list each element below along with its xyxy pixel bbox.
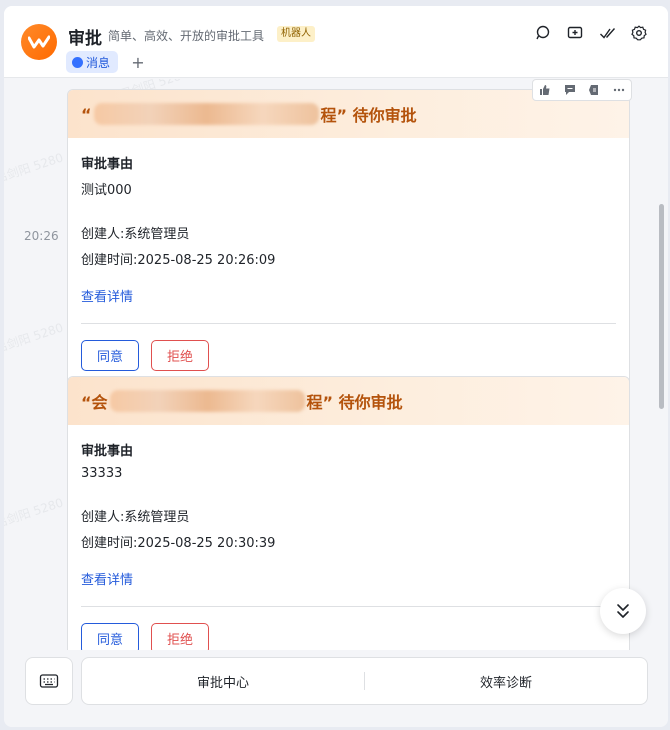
search-chat-icon[interactable] (534, 24, 552, 42)
scroll-to-bottom-button[interactable] (600, 588, 646, 634)
card-title-prefix: “会 (81, 393, 108, 412)
reason-label: 审批事由 (81, 157, 134, 172)
creator-text: 创建人:系统管理员 (81, 227, 190, 242)
tab-messages[interactable]: 消息 (66, 51, 119, 73)
add-to-group-icon[interactable] (566, 24, 584, 42)
watermark: 吕剑阳 5280 (4, 150, 65, 186)
creator-text: 创建人:系统管理员 (81, 510, 190, 525)
approval-card-body: 审批事由 测试000 创建人:系统管理员 创建时间:2025-08-25 20:… (68, 138, 629, 385)
approval-center-button[interactable]: 审批中心 (82, 672, 364, 691)
settings-gear-icon[interactable] (630, 24, 648, 42)
header-actions (534, 24, 648, 42)
created-time-text: 创建时间:2025-08-25 20:30:39 (81, 536, 276, 551)
add-tab-button[interactable]: + (130, 51, 146, 73)
forward-icon[interactable] (587, 83, 601, 97)
efficiency-diagnosis-button[interactable]: 效率诊断 (365, 672, 647, 691)
bottom-bar: 审批中心 效率诊断 (4, 650, 668, 727)
redacted-name (109, 390, 305, 412)
message-list[interactable]: 吕剑阳 5280 吕剑阳 5280 吕剑阳 5280 吕剑阳 5280 吕剑阳 … (4, 79, 668, 727)
approval-card-body: 审批事由 33333 创建人:系统管理员 创建时间:2025-08-25 20:… (68, 425, 629, 668)
reason-label: 审批事由 (81, 444, 134, 459)
quick-action-bar: 审批中心 效率诊断 (81, 657, 648, 705)
view-details-link[interactable]: 查看详情 (81, 286, 616, 305)
thumbs-up-icon[interactable] (538, 83, 552, 97)
reject-button[interactable]: 拒绝 (151, 340, 209, 371)
approval-card: “ 程” 待你审批 审批事由 测试000 创建人:系统管理员 创建时间:2025… (67, 89, 630, 386)
message-bubble-icon (72, 56, 83, 68)
keyboard-toggle-button[interactable] (25, 657, 73, 705)
tab-messages-label: 消息 (86, 55, 111, 70)
chat-title: 审批 (68, 29, 102, 49)
scrollbar-thumb[interactable] (659, 204, 664, 409)
agree-button[interactable]: 同意 (81, 340, 139, 371)
done-check-icon[interactable] (598, 24, 616, 42)
chat-header: 审批 简单、高效、开放的审批工具 机器人 消息 + (4, 6, 668, 78)
approval-logo-icon (21, 24, 57, 60)
reason-value: 测试000 (81, 183, 132, 198)
message-hover-toolbar (532, 79, 632, 101)
reason-value: 33333 (81, 466, 123, 481)
redacted-name (93, 103, 319, 125)
card-title-suffix: 程” 待你审批 (306, 393, 403, 412)
bot-badge: 机器人 (277, 26, 315, 42)
approval-card-title: “会 程” 待你审批 (68, 377, 629, 425)
message-timestamp: 20:26 (24, 229, 59, 243)
reply-comment-icon[interactable] (563, 83, 577, 97)
watermark: 吕剑阳 5280 (4, 495, 65, 531)
approval-card: “会 程” 待你审批 审批事由 33333 创建人:系统管理员 创建时间:202… (67, 376, 630, 669)
watermark: 吕剑阳 5280 (4, 320, 65, 356)
view-details-link[interactable]: 查看详情 (81, 569, 616, 588)
double-chevron-down-icon (617, 604, 629, 618)
created-time-text: 创建时间:2025-08-25 20:26:09 (81, 253, 276, 268)
more-options-icon[interactable] (612, 83, 626, 97)
card-title-suffix: 程” 待你审批 (320, 106, 417, 125)
approval-chat-window: 审批 简单、高效、开放的审批工具 机器人 消息 + 吕剑阳 5280 吕剑阳 5 (4, 6, 668, 727)
card-title-prefix: “ (81, 104, 92, 124)
chat-subtitle: 简单、高效、开放的审批工具 (108, 29, 265, 43)
keyboard-icon (39, 674, 59, 688)
